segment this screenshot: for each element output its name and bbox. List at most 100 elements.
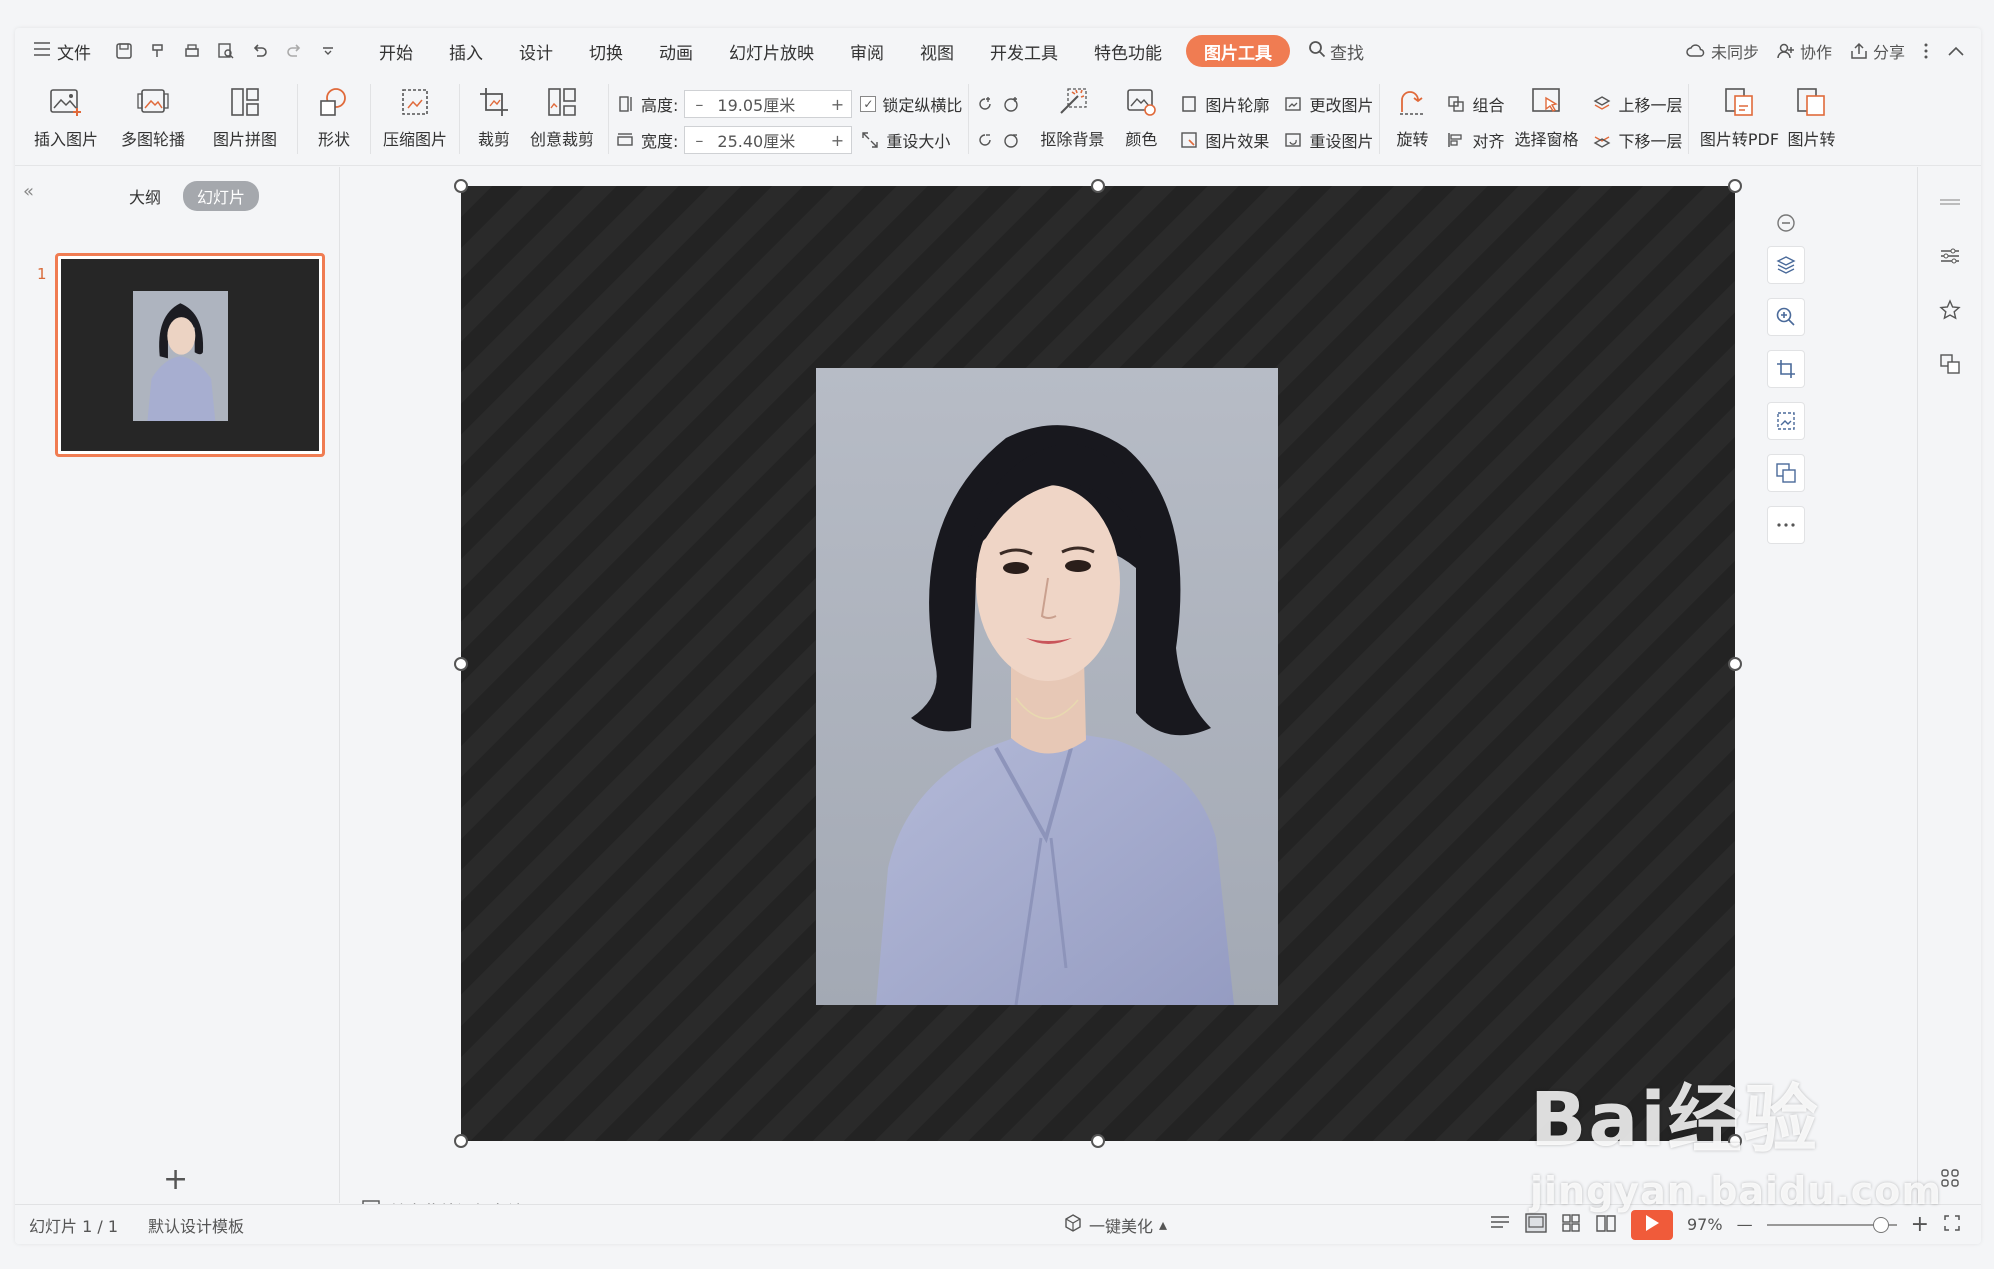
width-input[interactable]: 25.40厘米 xyxy=(713,128,823,152)
height-decrement-button[interactable]: – xyxy=(685,95,713,114)
tab-animations[interactable]: 动画 xyxy=(641,35,711,67)
send-backward-button[interactable]: 下移一层 xyxy=(1592,125,1682,155)
zoom-slider[interactable] xyxy=(1766,1216,1897,1233)
share-button[interactable]: 分享 xyxy=(1850,39,1905,63)
tab-features[interactable]: 特色功能 xyxy=(1076,35,1180,67)
resize-handle-top-left[interactable] xyxy=(454,179,468,193)
width-increment-button[interactable]: + xyxy=(823,131,851,150)
picture-convert-button[interactable]: 图片转 xyxy=(1783,74,1839,166)
picture-to-pdf-button[interactable]: 图片转PDF xyxy=(1695,74,1783,166)
bring-forward-button[interactable]: 上移一层 xyxy=(1592,89,1682,119)
picture-effects-button[interactable]: 图片效果 xyxy=(1179,125,1269,155)
width-decrement-button[interactable]: – xyxy=(685,131,713,150)
print-icon[interactable] xyxy=(177,36,207,66)
picture-convert-tool-icon[interactable] xyxy=(1767,454,1805,492)
format-painter-icon[interactable] xyxy=(143,36,173,66)
picture-convert-icon xyxy=(1791,82,1831,122)
resize-handle-top-right[interactable] xyxy=(1728,179,1742,193)
change-picture-button[interactable]: 更改图片 xyxy=(1283,89,1373,119)
notes-toggle-icon[interactable] xyxy=(1489,1214,1511,1236)
lock-ratio-checkbox[interactable]: ✓ 锁定纵横比 xyxy=(860,89,962,119)
slide-sorter-icon[interactable] xyxy=(1561,1213,1581,1237)
crop-button[interactable]: 裁剪 xyxy=(466,74,522,166)
remove-background-button[interactable]: 抠除背景 xyxy=(1031,74,1113,166)
resize-handle-right[interactable] xyxy=(1728,657,1742,671)
collapse-panel-icon[interactable]: « xyxy=(23,181,34,202)
reading-view-icon[interactable] xyxy=(1595,1213,1617,1237)
shape-button[interactable]: 形状 xyxy=(304,74,364,166)
normal-view-icon[interactable] xyxy=(1525,1212,1547,1237)
tab-transitions[interactable]: 切换 xyxy=(571,35,641,67)
brightness-down-icon[interactable] xyxy=(975,130,995,150)
contrast-down-icon[interactable] xyxy=(1001,130,1021,150)
zoom-level[interactable]: 97% xyxy=(1687,1215,1723,1234)
tab-slideshow[interactable]: 幻灯片放映 xyxy=(711,35,832,67)
more-horizontal-icon[interactable] xyxy=(1767,506,1805,544)
beautify-button[interactable]: 一键美化 ▴ xyxy=(1063,1213,1167,1237)
play-slideshow-button[interactable] xyxy=(1631,1209,1673,1240)
print-preview-icon[interactable] xyxy=(211,36,241,66)
transition-icon[interactable] xyxy=(1935,349,1965,379)
properties-sliders-icon[interactable] xyxy=(1935,241,1965,271)
crop-tool-icon[interactable] xyxy=(1767,350,1805,388)
add-slide-button[interactable]: + xyxy=(163,1162,188,1197)
tab-slides[interactable]: 幻灯片 xyxy=(183,181,260,211)
search-label: 查找 xyxy=(1330,43,1364,64)
hamburger-icon xyxy=(33,41,51,61)
height-input[interactable]: 19.05厘米 xyxy=(713,92,823,116)
reset-picture-button[interactable]: 重设图片 xyxy=(1283,125,1373,155)
animation-star-icon[interactable] xyxy=(1935,295,1965,325)
insert-picture-button[interactable]: 插入图片 xyxy=(25,74,107,166)
fit-window-icon[interactable] xyxy=(1943,1214,1961,1236)
file-menu[interactable]: 文件 xyxy=(33,39,91,64)
picture-frame-icon[interactable] xyxy=(1767,402,1805,440)
contrast-up-icon[interactable] xyxy=(1001,94,1021,114)
portrait-photo[interactable] xyxy=(816,368,1278,1005)
resize-handle-top[interactable] xyxy=(1091,179,1105,193)
search-button[interactable]: 查找 xyxy=(1308,39,1364,64)
height-increment-button[interactable]: + xyxy=(823,95,851,114)
more-vertical-icon[interactable] xyxy=(1923,42,1929,60)
picture-collage-button[interactable]: 图片拼图 xyxy=(199,74,291,166)
layers-icon[interactable] xyxy=(1767,246,1805,284)
align-button[interactable]: 对齐 xyxy=(1446,125,1504,155)
brightness-up-icon[interactable] xyxy=(975,94,995,114)
width-stepper[interactable]: – 25.40厘米 + xyxy=(684,126,853,154)
resize-handle-bottom[interactable] xyxy=(1091,1134,1105,1148)
reset-size-button[interactable]: 重设大小 xyxy=(860,125,962,155)
collapse-ribbon-icon[interactable] xyxy=(1947,45,1965,57)
height-stepper[interactable]: – 19.05厘米 + xyxy=(684,90,853,118)
zoom-in-button[interactable]: + xyxy=(1911,1212,1929,1237)
resize-handle-left[interactable] xyxy=(454,657,468,671)
search-icon xyxy=(1308,40,1326,63)
zoom-out-circle-icon[interactable] xyxy=(1773,210,1799,236)
zoom-slider-knob[interactable] xyxy=(1872,1216,1889,1233)
picture-outline-button[interactable]: 图片轮廓 xyxy=(1179,89,1269,119)
save-icon[interactable] xyxy=(109,36,139,66)
resize-handle-bottom-left[interactable] xyxy=(454,1134,468,1148)
tab-picture-tools[interactable]: 图片工具 xyxy=(1186,35,1290,67)
collab-button[interactable]: 协作 xyxy=(1777,39,1832,63)
customize-dropdown-icon[interactable] xyxy=(313,36,343,66)
zoom-in-icon[interactable] xyxy=(1767,298,1805,336)
tab-insert[interactable]: 插入 xyxy=(431,35,501,67)
undo-icon[interactable] xyxy=(245,36,275,66)
color-button[interactable]: 颜色 xyxy=(1113,74,1169,166)
tab-view[interactable]: 视图 xyxy=(902,35,972,67)
zoom-out-button[interactable]: — xyxy=(1737,1215,1753,1234)
creative-crop-button[interactable]: 创意裁剪 xyxy=(522,74,602,166)
group-button[interactable]: 组合 xyxy=(1446,89,1504,119)
multi-carousel-button[interactable]: 多图轮播 xyxy=(107,74,199,166)
sync-button[interactable]: 未同步 xyxy=(1686,39,1759,63)
redo-icon[interactable] xyxy=(279,36,309,66)
template-name[interactable]: 默认设计模板 xyxy=(148,1213,244,1237)
rotate-button[interactable]: 旋转 xyxy=(1386,74,1438,166)
compress-button[interactable]: 压缩图片 xyxy=(377,74,453,166)
tab-design[interactable]: 设计 xyxy=(501,35,571,67)
tab-developer[interactable]: 开发工具 xyxy=(972,35,1076,67)
tab-home[interactable]: 开始 xyxy=(361,35,431,67)
selection-pane-button[interactable]: 选择窗格 xyxy=(1504,74,1588,166)
tab-outline[interactable]: 大纲 xyxy=(115,181,175,211)
slide-thumbnail[interactable] xyxy=(55,253,325,457)
tab-review[interactable]: 审阅 xyxy=(832,35,902,67)
